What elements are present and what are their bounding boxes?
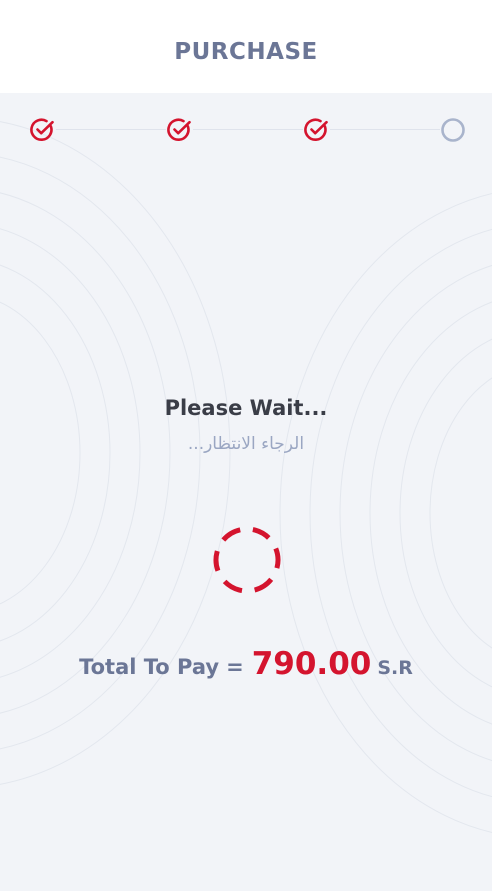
check-circle-icon <box>167 118 191 141</box>
total-to-pay: Total To Pay = 790.00 S.R <box>0 646 492 682</box>
loading-spinner-icon <box>213 526 281 594</box>
empty-circle-icon <box>441 118 465 142</box>
step-3-complete <box>303 117 329 143</box>
status-title: Please Wait... <box>164 396 328 420</box>
background-pattern <box>0 121 492 833</box>
step-connector <box>56 129 166 130</box>
step-2-complete <box>166 117 192 143</box>
step-1-complete <box>29 117 55 143</box>
status-subtitle-arabic: الرجاء الانتظار... <box>187 434 305 454</box>
check-circle-icon <box>30 118 54 141</box>
total-equals-sign: = <box>226 655 244 679</box>
total-amount: 790.00 <box>251 646 372 682</box>
total-currency: S.R <box>377 657 413 679</box>
step-connector <box>330 129 440 130</box>
header: PURCHASE <box>0 0 492 93</box>
progress-stepper <box>0 110 492 150</box>
purchase-screen: PURCHASE Please Wait... الرجاء الانتظار.… <box>0 0 492 891</box>
page-title: PURCHASE <box>174 38 318 65</box>
step-4-pending <box>440 117 466 143</box>
step-connector <box>193 129 303 130</box>
check-circle-icon <box>304 118 328 141</box>
total-label: Total To Pay <box>79 655 220 679</box>
